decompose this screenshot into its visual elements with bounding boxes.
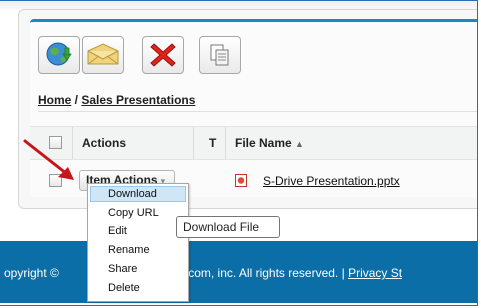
menu-item-rename[interactable]: Rename (88, 242, 188, 258)
breadcrumb-divider (38, 111, 477, 112)
privacy-statement-link[interactable]: Privacy St (348, 266, 402, 280)
download-file-tooltip: Download File (176, 216, 280, 238)
column-divider (193, 127, 194, 159)
column-header-file-name[interactable]: File Name ▲ (235, 136, 304, 150)
pptx-file-icon (235, 174, 247, 187)
breadcrumb-current-link[interactable]: Sales Presentations (81, 93, 195, 107)
menu-item-copy-url[interactable]: Copy URL (88, 205, 188, 221)
menu-item-edit[interactable]: Edit (88, 223, 188, 239)
delete-button[interactable] (142, 36, 184, 74)
red-arrow-icon (23, 139, 74, 180)
copy-icon (210, 44, 229, 66)
table-header: Actions T File Name ▲ (30, 126, 477, 160)
footer-copyright: opyright © force.com, inc. All rights re… (4, 266, 402, 280)
download-button[interactable] (38, 36, 80, 74)
column-header-actions[interactable]: Actions (82, 136, 126, 150)
delete-icon (150, 43, 176, 67)
footer: opyright © force.com, inc. All rights re… (0, 241, 477, 303)
column-divider (225, 127, 226, 159)
envelope-icon (87, 43, 119, 65)
item-actions-menu: Download Copy URL Edit Rename Share Dele… (87, 183, 189, 302)
column-header-file-name-label: File Name (235, 136, 292, 150)
sort-ascending-icon: ▲ (295, 139, 304, 149)
menu-item-share[interactable]: Share (88, 261, 188, 277)
menu-item-download[interactable]: Download (90, 186, 186, 202)
copy-button[interactable] (199, 36, 241, 74)
menu-item-delete[interactable]: Delete (88, 280, 188, 296)
top-band (0, 1, 477, 9)
documents-panel-body: Home / Sales Presentations Actions T Fil… (30, 19, 477, 197)
footer-copyright-start: opyright © (4, 266, 63, 280)
download-globe-icon (46, 42, 72, 66)
column-header-type[interactable]: T (209, 136, 216, 150)
documents-panel: Home / Sales Presentations Actions T Fil… (18, 9, 477, 209)
breadcrumb: Home / Sales Presentations (38, 93, 195, 107)
breadcrumb-home-link[interactable]: Home (38, 93, 71, 107)
email-button[interactable] (82, 36, 124, 74)
breadcrumb-separator: / (71, 93, 82, 107)
file-name-link[interactable]: S-Drive Presentation.pptx (263, 174, 400, 188)
